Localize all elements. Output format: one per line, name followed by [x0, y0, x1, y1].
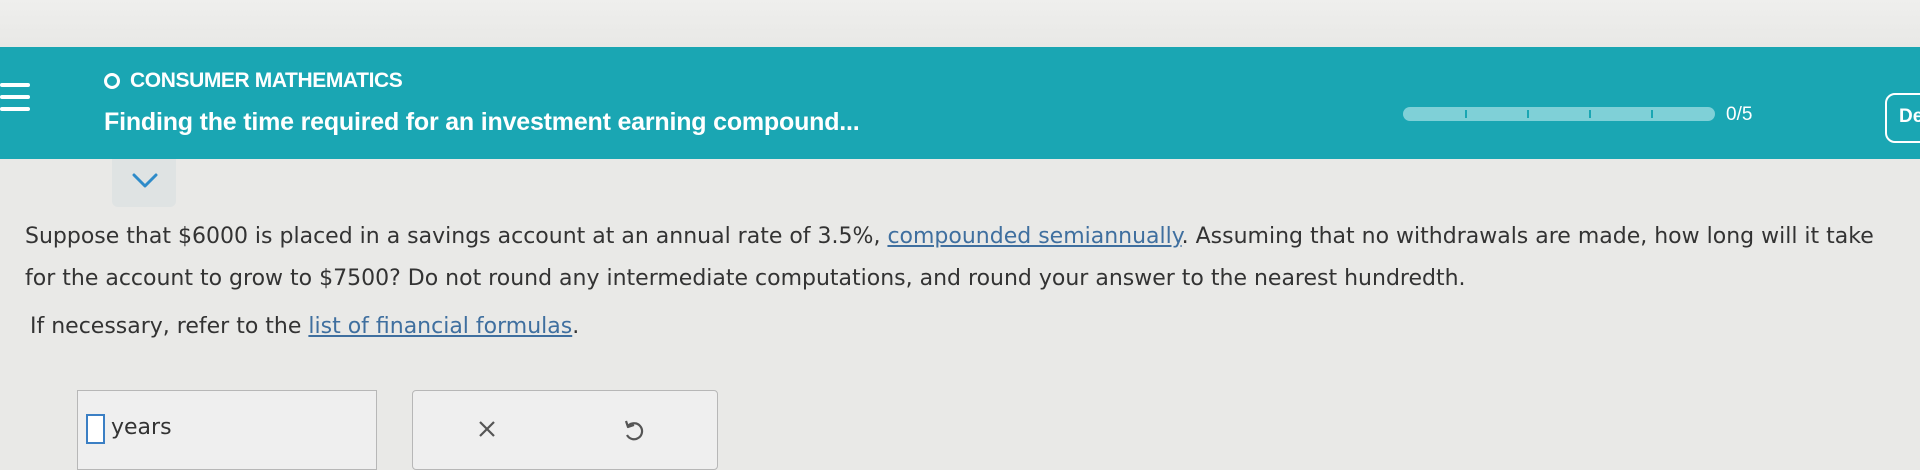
reference-prefix: If necessary, refer to the [30, 314, 309, 339]
topic-title: Finding the time required for an investm… [104, 108, 860, 136]
circle-icon [104, 73, 120, 89]
reference-line: If necessary, refer to the list of finan… [30, 314, 579, 339]
question-text: Suppose that $6000 is placed in a saving… [25, 216, 1905, 300]
corner-button[interactable]: De [1885, 93, 1920, 143]
undo-icon[interactable] [623, 419, 645, 443]
action-panel [412, 390, 718, 470]
browser-top-strip [0, 0, 1920, 47]
topic-header: CONSUMER MATHEMATICS Finding the time re… [0, 47, 1920, 159]
answer-area: years [77, 390, 377, 470]
financial-formulas-link[interactable]: list of financial formulas [308, 314, 572, 339]
chevron-down-icon [132, 173, 158, 188]
hamburger-icon[interactable] [0, 83, 32, 111]
unit-label: years [111, 415, 172, 440]
progress-segment-divider [1651, 110, 1653, 118]
progress-segment-divider [1589, 110, 1591, 118]
progress-segment-divider [1465, 110, 1467, 118]
progress-bar [1403, 107, 1715, 121]
progress-segment-divider [1527, 110, 1529, 118]
reference-suffix: . [572, 314, 580, 339]
answer-input[interactable] [86, 414, 105, 444]
expand-tab[interactable] [112, 159, 176, 207]
section-label: CONSUMER MATHEMATICS [130, 69, 403, 92]
x-icon[interactable] [477, 419, 497, 439]
section-row: CONSUMER MATHEMATICS [104, 69, 403, 93]
compounded-semiannually-link[interactable]: compounded semiannually [887, 224, 1181, 249]
progress-text: 0/5 [1726, 104, 1753, 125]
question-part1: Suppose that $6000 is placed in a saving… [25, 224, 888, 249]
